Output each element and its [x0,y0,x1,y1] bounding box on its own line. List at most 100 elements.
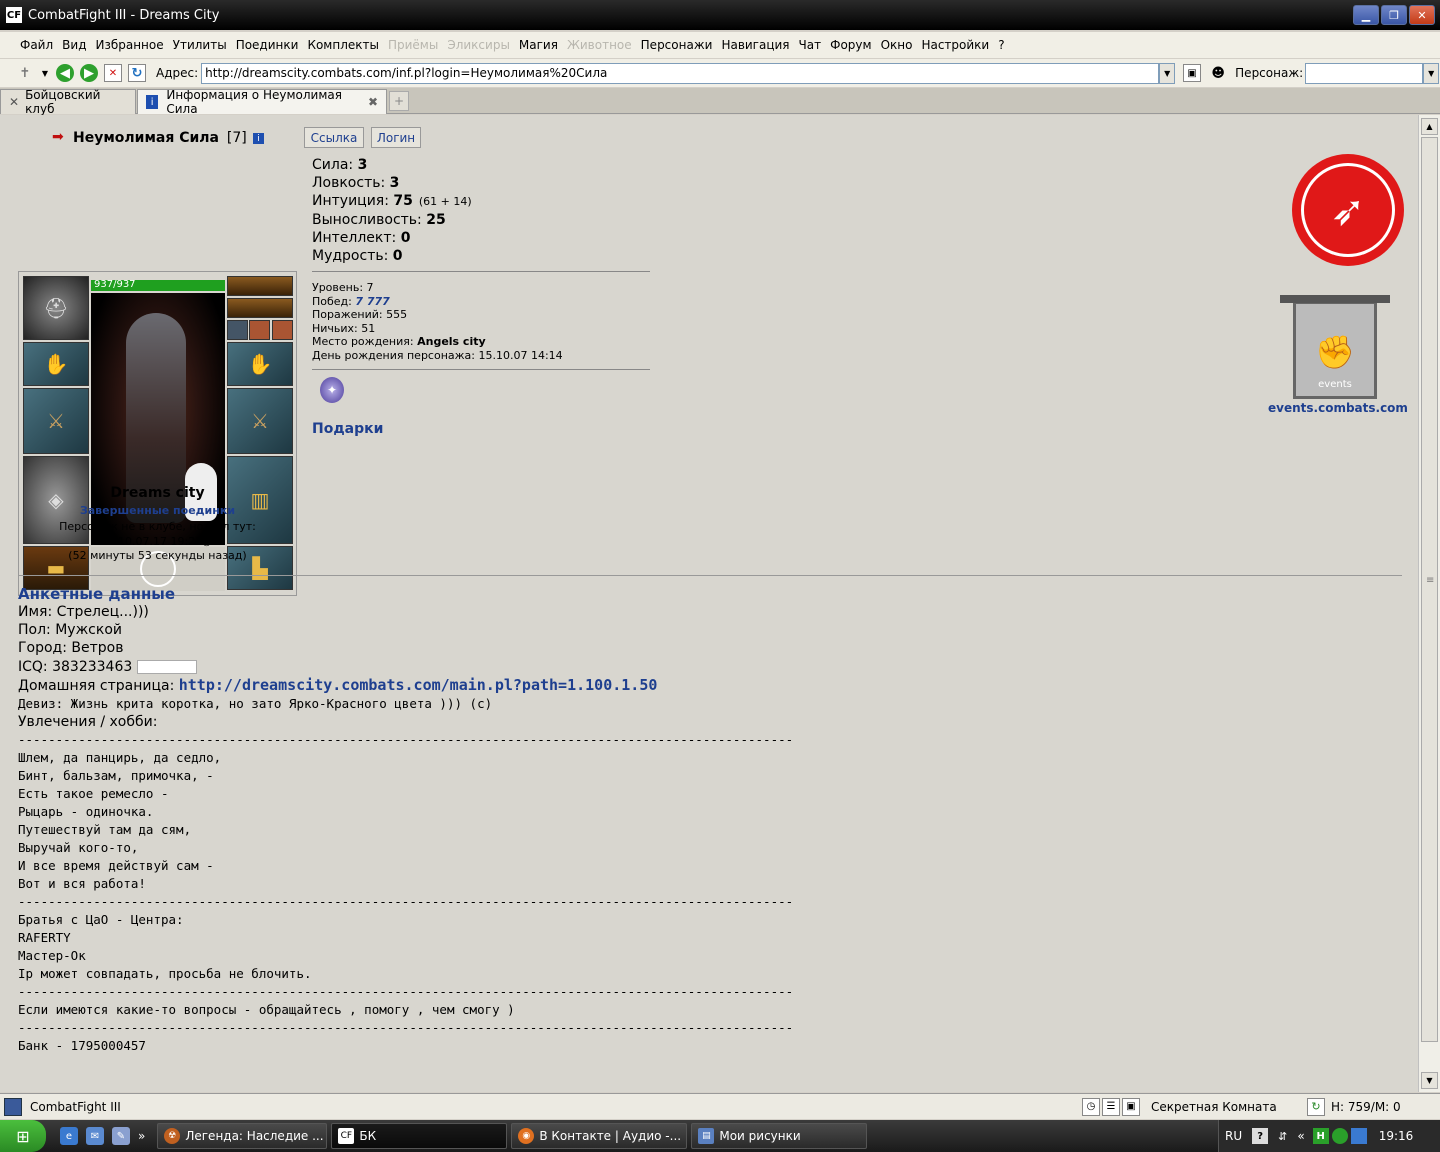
taskbar-item-bk[interactable]: CF БК [331,1123,508,1149]
ring-slot-2[interactable] [249,320,270,340]
tab-close-icon[interactable]: ✖ [368,95,378,109]
scroll-down-button[interactable]: ▼ [1421,1072,1438,1089]
title-bar[interactable]: CF CombatFight III - Dreams City ▁ ❐ ✕ [0,0,1440,30]
scroll-thumb[interactable] [1421,137,1438,1042]
minimize-button[interactable]: ▁ [1353,5,1379,25]
hobby-text: ----------------------------------------… [18,731,793,1055]
menu-item-1[interactable]: Вид [62,38,86,52]
chevron-right-icon[interactable]: » [138,1129,145,1143]
profile-data-title: Анкетные данные [18,585,176,603]
character-level: [7] [226,130,247,146]
clock[interactable]: 19:16 [1379,1129,1414,1143]
menu-item-13[interactable]: Форум [830,38,871,52]
users-icon[interactable]: ☻ [1209,64,1227,82]
weapon-slot-left[interactable]: ⚔ [23,388,89,454]
maximize-button[interactable]: ❐ [1381,5,1407,25]
go-icon[interactable]: ▣ [1183,64,1202,82]
icq-tray-icon[interactable]: H [1312,1128,1329,1144]
forward-icon[interactable]: ▶ [80,64,98,82]
hp-mana-status: H: 759/M: 0 [1331,1099,1401,1114]
menu-item-4[interactable]: Поединки [236,38,299,52]
scroll-up-button[interactable]: ▲ [1421,118,1438,135]
menu-item-7[interactable]: Эликсиры [447,38,510,52]
tab-fight-club[interactable]: ✕ Бойцовский клуб [0,88,136,116]
gift-icon[interactable]: ✦ [320,377,344,403]
stat-row: Интуиция: 75 (61 + 14) [312,192,472,211]
app-window: CF CombatFight III - Dreams City ▁ ❐ ✕ Ф… [0,0,1440,1152]
menu-item-12[interactable]: Чат [799,38,822,52]
menu-item-2[interactable]: Избранное [95,38,163,52]
monitor-tray-icon[interactable] [1350,1128,1367,1144]
menu-item-8[interactable]: Магия [519,38,558,52]
menu-item-11[interactable]: Навигация [721,38,789,52]
menu-item-5[interactable]: Комплекты [307,38,379,52]
helmet-slot[interactable]: ⛑ [23,276,89,340]
character-select[interactable] [1305,62,1424,84]
taskbar-item-pictures[interactable]: ▤ Мои рисунки [691,1123,868,1149]
start-button[interactable]: ⊞ [0,1120,46,1152]
profile-motto: Девиз: Жизнь крита коротка, но зато Ярко… [18,696,493,712]
stat-value: 75 [393,193,413,209]
menu-item-15[interactable]: Настройки [921,38,989,52]
address-toolbar: ✝ ▼ ◀ ▶ ✕ ↻ Адрес: http://dreamscity.com… [0,59,1440,87]
taskbar-item-vkontakte[interactable]: ◉ В Контакте | Аудио -... [511,1123,688,1149]
hobby-line: RAFERTY [18,930,71,945]
address-dropdown-button[interactable]: ▼ [1159,62,1176,84]
amulet-slot[interactable] [227,276,293,296]
info-icon: i [146,95,159,109]
menu-item-3[interactable]: Утилиты [173,38,227,52]
ring-slot-3[interactable] [272,320,293,340]
language-indicator[interactable]: RU [1225,1129,1242,1143]
menu-item-16[interactable]: ? [998,38,1004,52]
tray-expand-icon[interactable]: « [1297,1129,1304,1143]
info-icon[interactable]: i [253,133,264,144]
profile-hobby: Увлечения / хобби: [18,714,158,731]
address-input[interactable]: http://dreamscity.combats.com/inf.pl?log… [201,62,1160,84]
tab-character-info[interactable]: i Информация о Неумолимая Сила ✖ [137,88,387,116]
crossed-swords-icon: ✕ [9,95,20,109]
pin-icon[interactable]: ✝ [16,64,34,82]
hp-bar: 937/937 [91,279,225,291]
menu-item-6[interactable]: Приёмы [388,38,438,52]
gifts-link[interactable]: Подарки [312,421,383,437]
back-icon[interactable]: ◀ [56,64,74,82]
help-icon[interactable]: ? [1252,1128,1269,1144]
chat-icon[interactable]: ◷ [1082,1097,1100,1116]
ie-icon[interactable]: e [60,1127,78,1145]
link-button[interactable]: Ссылка [304,127,364,148]
taskbar-item-legend[interactable]: ☢ Легенда: Наследие ... [157,1123,328,1149]
refresh-status-icon[interactable]: ↻ [1307,1097,1325,1116]
character-dropdown-button[interactable]: ▼ [1423,62,1440,84]
character-name-text: Неумолимая Сила [73,130,220,146]
finished-fights-link[interactable]: Завершенные поединки [18,504,297,517]
dropdown-arrow-icon[interactable]: ▼ [40,64,50,82]
messenger-icon[interactable]: ✉ [86,1127,104,1145]
stat-value: 0 [400,230,411,246]
ring-slot-1[interactable] [227,320,248,340]
events-link[interactable]: events.combats.com [1268,401,1408,415]
gloves-slot-right[interactable]: ✋ [227,342,293,386]
weapon-slot-right[interactable]: ⚔ [227,388,293,454]
hobby-line: Выручай кого-то, [18,840,139,855]
login-button[interactable]: Логин [371,127,421,148]
agent-tray-icon[interactable] [1331,1128,1348,1144]
close-button[interactable]: ✕ [1409,5,1435,25]
vertical-scrollbar[interactable]: ▲ ≡ ▼ [1418,115,1440,1092]
room-icon[interactable]: ▣ [1122,1097,1140,1116]
stat-value: 25 [426,212,446,228]
homepage-link[interactable]: http://dreamscity.combats.com/main.pl?pa… [179,676,658,694]
list-icon[interactable]: ☰ [1102,1097,1120,1116]
gloves-slot-left[interactable]: ✋ [23,342,89,386]
refresh-icon[interactable]: ↻ [128,64,146,82]
network-icon[interactable]: ⇵ [1278,1130,1287,1143]
hobby-line: Шлем, да панцирь, да седло, [18,750,222,765]
menu-item-10[interactable]: Персонажи [641,38,713,52]
menu-item-14[interactable]: Окно [881,38,913,52]
new-tab-button[interactable]: + [389,91,409,111]
events-banner-icon[interactable]: ✊ events [1280,295,1390,403]
menu-item-9[interactable]: Животное [567,38,632,52]
menu-item-0[interactable]: Файл [20,38,53,52]
stop-icon[interactable]: ✕ [104,64,122,82]
necklace-slot[interactable] [227,298,293,318]
paint-icon[interactable]: ✎ [112,1127,130,1145]
